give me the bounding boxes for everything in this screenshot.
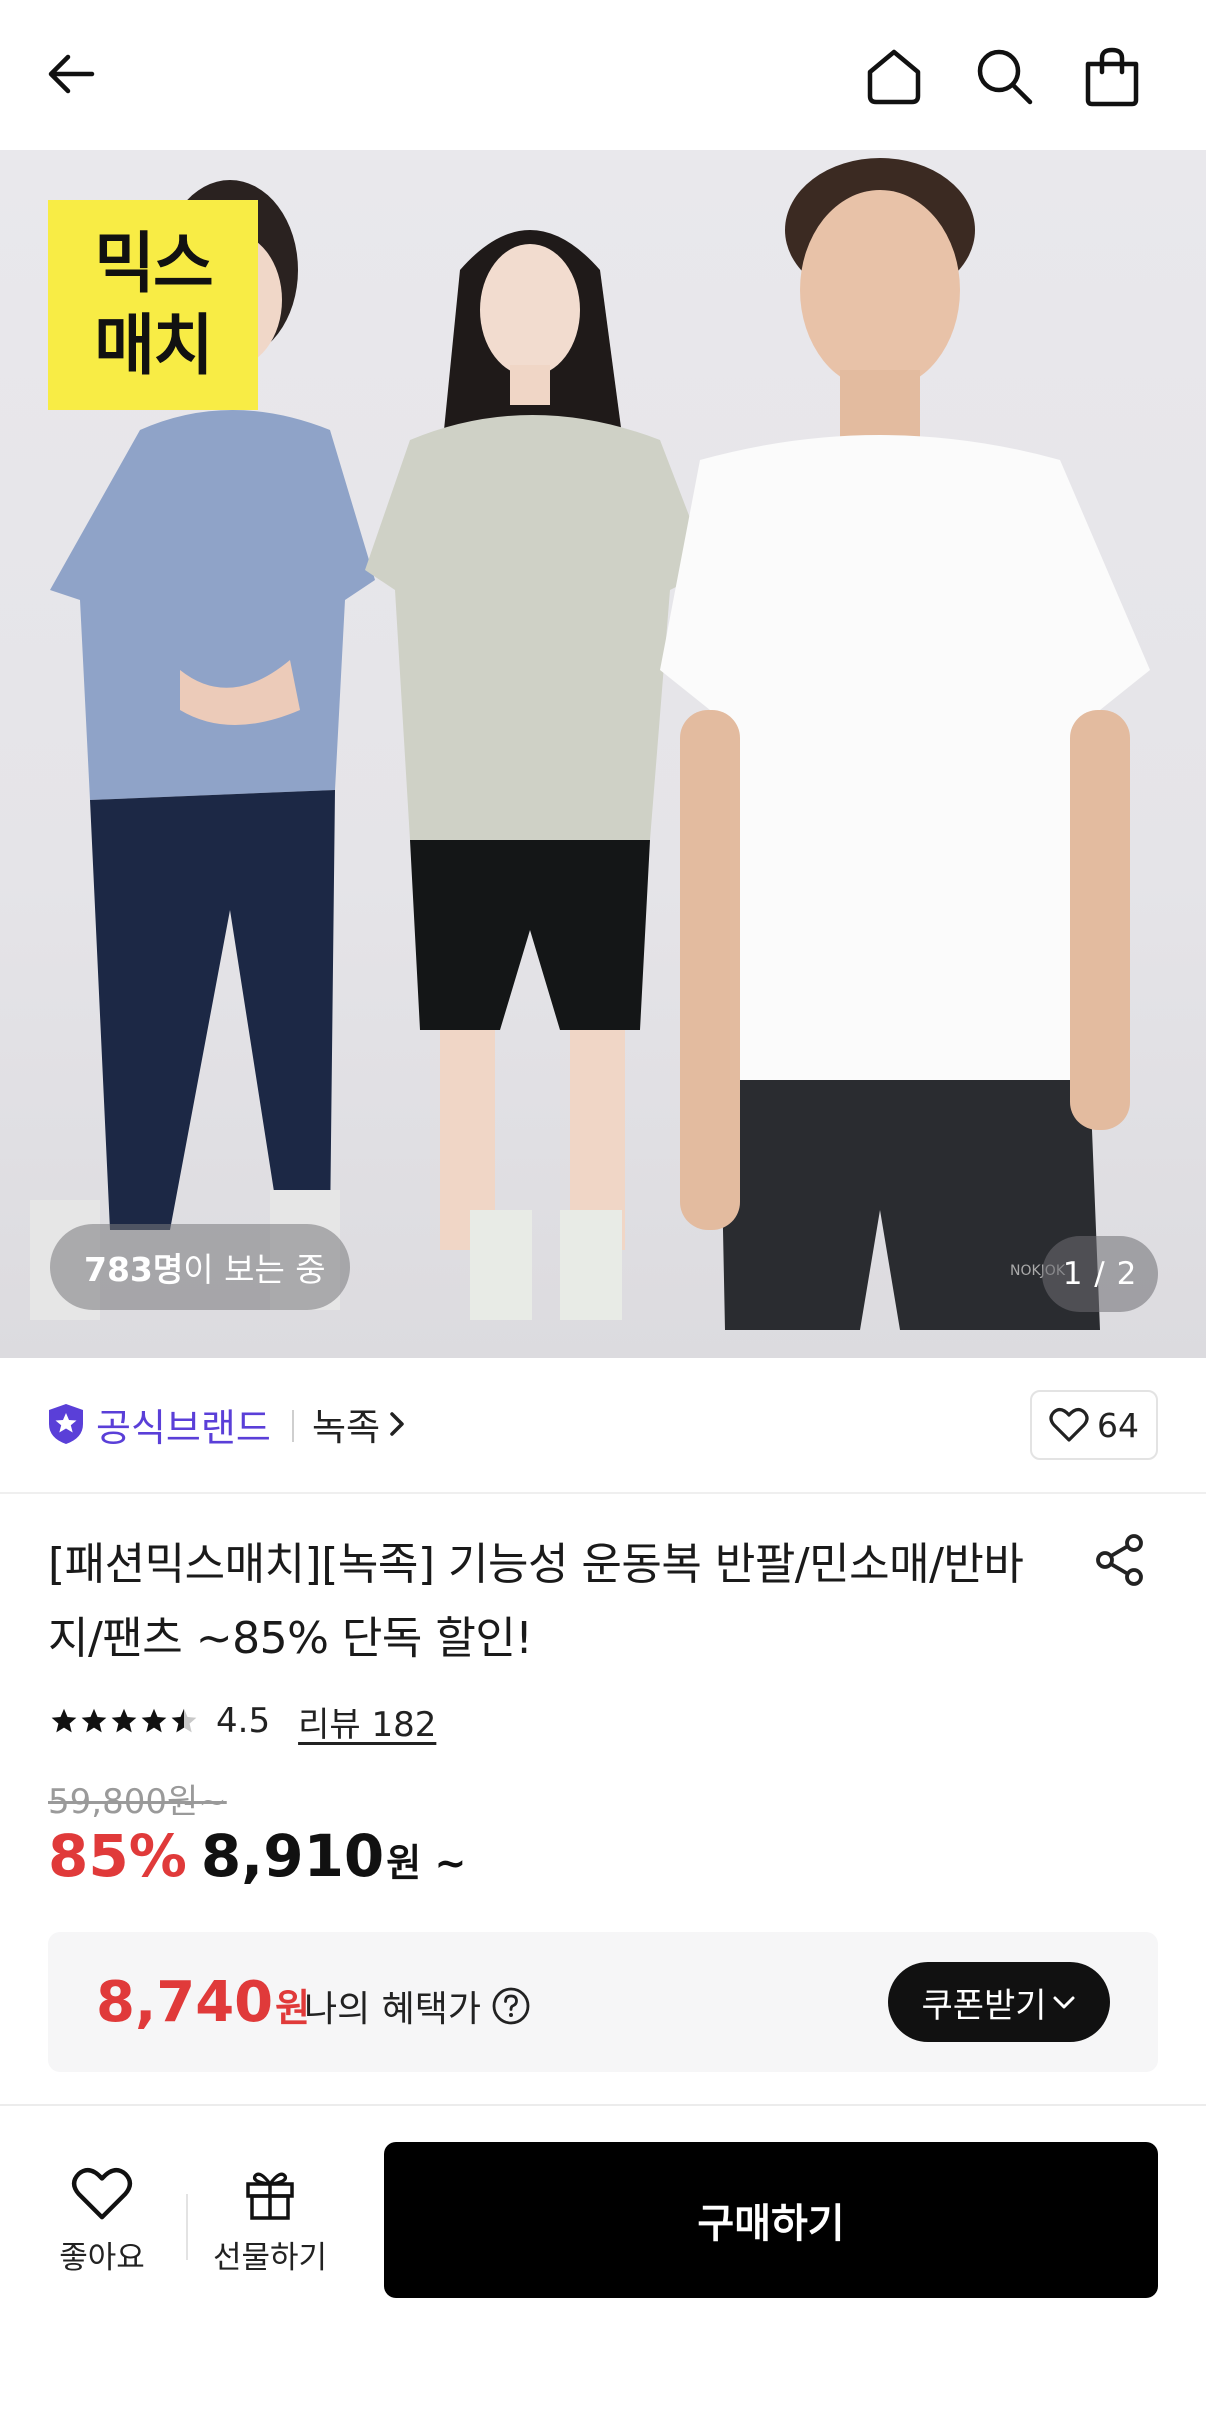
star-rating: [50, 1707, 200, 1735]
home-icon: [867, 49, 921, 105]
brand-link[interactable]: 녹족: [312, 1398, 406, 1450]
rating-row: 4.5 리뷰 182: [50, 1696, 436, 1746]
price-row: 85% 8,910 원 ~: [48, 1822, 466, 1892]
badge-line-2: 매치: [94, 307, 213, 384]
official-brand-badge: 공식브랜드: [46, 1398, 271, 1450]
arrow-left-icon: [48, 54, 95, 94]
shield-star-icon: [49, 1404, 83, 1444]
rating-value: 4.5: [216, 1701, 271, 1741]
wishlist-count-button[interactable]: 64: [1030, 1390, 1158, 1460]
get-coupon-button[interactable]: 쿠폰받기: [888, 1962, 1110, 2042]
benefit-price-box: 8,740원 나의 혜택가 쿠폰받기: [48, 1932, 1158, 2072]
shopping-bag-icon: [1085, 47, 1139, 107]
bottom-bar-separator: [186, 2194, 188, 2260]
gift-icon: [246, 2172, 294, 2220]
review-link[interactable]: 리뷰 182: [298, 1697, 436, 1746]
top-navigation-bar: [0, 0, 1206, 150]
star-full-icon: [51, 1708, 77, 1733]
search-button[interactable]: [966, 38, 1042, 114]
star-full-icon: [141, 1708, 167, 1733]
official-brand-label: 공식브랜드: [96, 1405, 271, 1450]
viewer-count-pill: 783명 이 보는 중: [50, 1224, 350, 1310]
product-image-carousel[interactable]: NOKJOK 믹스 매치 783명 이 보는 중 1 / 2: [0, 150, 1206, 1358]
viewer-count: 783명: [84, 1250, 184, 1289]
question-circle-icon[interactable]: [491, 1986, 531, 2026]
like-count: 64: [1097, 1405, 1139, 1445]
search-icon: [977, 49, 1033, 105]
brand-separator: [292, 1410, 294, 1442]
gift-action-button[interactable]: 선물하기: [208, 2166, 332, 2277]
chevron-down-icon: [1053, 1996, 1075, 2009]
brand-name: 녹족: [312, 1406, 381, 1449]
like-action-button[interactable]: 좋아요: [52, 2166, 152, 2277]
benefit-price: 8,740원: [96, 1970, 310, 2035]
back-button[interactable]: [36, 38, 108, 110]
discount-rate: 85%: [48, 1822, 187, 1890]
star-half-icon: [171, 1708, 197, 1733]
model-center-figure: [365, 230, 710, 1320]
sale-price: 8,910: [200, 1822, 385, 1890]
gift-action-label: 선물하기: [212, 2240, 328, 2276]
benefit-label: 나의 혜택가: [304, 1989, 482, 2030]
heart-icon: [1049, 1408, 1089, 1442]
cart-button[interactable]: [1074, 38, 1150, 114]
chevron-right-icon: [390, 1412, 404, 1436]
model-right-figure: NOKJOK: [660, 158, 1150, 1330]
share-button[interactable]: [1090, 1530, 1150, 1590]
buy-button[interactable]: 구매하기: [384, 2142, 1158, 2298]
like-action-label: 좋아요: [59, 2240, 145, 2276]
product-title: [패션믹스매치][녹족] 기능성 운동복 반팔/민소매/반바지/팬츠 ~85% …: [48, 1539, 1024, 1664]
viewer-suffix: 이 보는 중: [183, 1250, 326, 1289]
benefit-label-group: 나의 혜택가: [304, 1980, 531, 2032]
star-full-icon: [111, 1708, 137, 1733]
brand-row: 공식브랜드 녹족 64: [0, 1358, 1206, 1494]
bottom-action-bar: 좋아요 선물하기 구매하기: [0, 2106, 1206, 2436]
sale-price-suffix: 원 ~: [386, 1841, 467, 1885]
badge-line-1: 믹스: [94, 225, 213, 302]
star-full-icon: [81, 1708, 107, 1733]
original-price: 59,800원~: [48, 1782, 227, 1822]
mix-match-badge: 믹스 매치: [48, 200, 258, 410]
home-button[interactable]: [856, 38, 932, 114]
benefit-price-value: 8,740: [96, 1970, 274, 2035]
coupon-button-label: 쿠폰받기: [921, 1985, 1047, 2026]
share-icon: [1096, 1534, 1143, 1586]
image-page-indicator: 1 / 2: [1042, 1236, 1158, 1312]
heart-icon: [71, 2167, 133, 2220]
